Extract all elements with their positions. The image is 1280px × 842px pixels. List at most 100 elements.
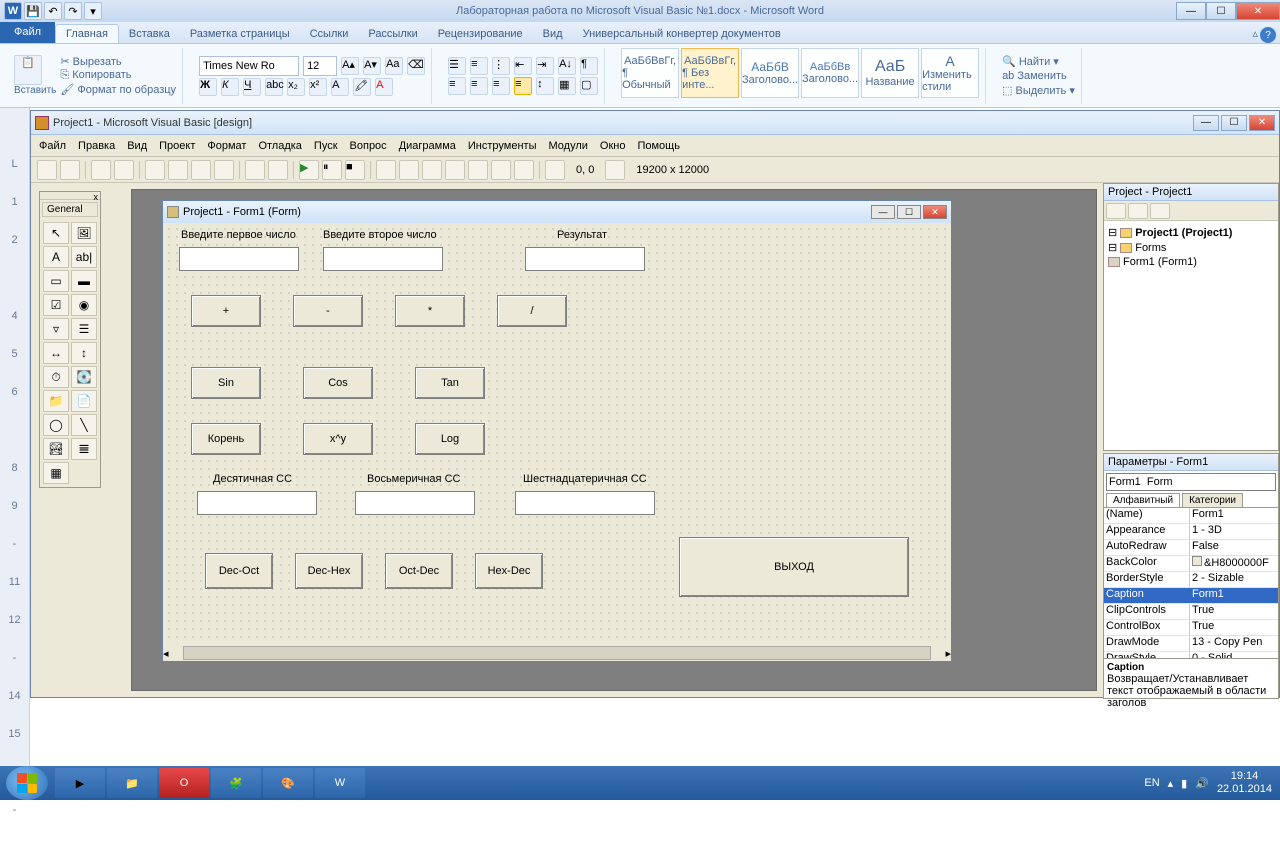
tool-timer-icon[interactable]: ⏱ — [43, 366, 69, 388]
text-effects-icon[interactable]: A — [331, 78, 349, 96]
menu-help[interactable]: Помощь — [637, 140, 680, 152]
save-icon[interactable]: 💾 — [24, 2, 42, 20]
property-row[interactable]: ClipControlsTrue — [1104, 604, 1278, 620]
tb-formlayout-icon[interactable] — [422, 160, 442, 180]
lang-indicator[interactable]: EN — [1144, 777, 1159, 789]
button-tan[interactable]: Tan — [415, 367, 485, 399]
tb-toolbox-icon[interactable] — [468, 160, 488, 180]
tool-picturebox-icon[interactable]: 🖼 — [71, 222, 97, 244]
tb-pause-icon[interactable]: ⏸ — [322, 160, 342, 180]
highlight-icon[interactable]: 🖍 — [353, 78, 371, 96]
property-row[interactable]: ControlBoxTrue — [1104, 620, 1278, 636]
word-app-icon[interactable]: W — [4, 2, 22, 20]
help-icon[interactable]: ? — [1260, 27, 1276, 43]
indent-dec-icon[interactable]: ⇤ — [514, 57, 532, 75]
property-row[interactable]: DrawMode13 - Copy Pen — [1104, 636, 1278, 652]
superscript-icon[interactable]: x² — [309, 78, 327, 96]
tab-categorized[interactable]: Категории — [1182, 493, 1243, 507]
tray-flag-icon[interactable]: ▴ — [1168, 777, 1174, 790]
tab-file[interactable]: Файл — [0, 21, 55, 43]
menu-project[interactable]: Проект — [159, 140, 195, 152]
tool-shape-icon[interactable]: ◯ — [43, 414, 69, 436]
tree-forms-folder[interactable]: Forms — [1135, 242, 1166, 254]
tool-checkbox-icon[interactable]: ☑ — [43, 294, 69, 316]
form-h-scrollbar[interactable]: ◂▸ — [163, 645, 951, 661]
form-close-button[interactable]: ✕ — [923, 205, 947, 219]
grow-font-icon[interactable]: A▴ — [341, 57, 359, 75]
tool-line-icon[interactable]: ╲ — [71, 414, 97, 436]
find-button[interactable]: 🔍 Найти ▾ — [1002, 55, 1075, 68]
button-divide[interactable]: / — [497, 295, 567, 327]
tb-component-icon[interactable] — [514, 160, 534, 180]
font-name-select[interactable] — [199, 56, 299, 76]
tool-ole-icon[interactable]: ▦ — [43, 462, 69, 484]
clear-format-icon[interactable]: ⌫ — [407, 57, 425, 75]
tool-option-icon[interactable]: ◉ — [71, 294, 97, 316]
strike-icon[interactable]: abc — [265, 78, 283, 96]
tool-pointer-icon[interactable]: ↖ — [43, 222, 69, 244]
style-title[interactable]: АаБНазвание — [861, 48, 919, 98]
textbox-input2[interactable] — [323, 247, 443, 271]
cut-button[interactable]: ✂ Вырезать — [60, 55, 176, 68]
underline-icon[interactable]: Ч — [243, 78, 261, 96]
tb-save-icon[interactable] — [114, 160, 134, 180]
close-button[interactable]: ✕ — [1236, 2, 1280, 20]
menu-query[interactable]: Вопрос — [350, 140, 387, 152]
button-plus[interactable]: + — [191, 295, 261, 327]
menu-edit[interactable]: Правка — [78, 140, 115, 152]
ribbon-minimize-icon[interactable]: ▵ — [1252, 27, 1258, 40]
tab-references[interactable]: Ссылки — [300, 25, 359, 43]
taskbar-item-media[interactable]: ▶ — [55, 768, 105, 798]
tb-objectbrowser-icon[interactable] — [445, 160, 465, 180]
button-dec-hex[interactable]: Dec-Hex — [295, 553, 363, 589]
tool-frame-icon[interactable]: ▭ — [43, 270, 69, 292]
align-center-icon[interactable]: ≡ — [470, 77, 488, 95]
tool-listbox-icon[interactable]: ☰ — [71, 318, 97, 340]
tool-image-icon[interactable]: 🏞 — [43, 438, 69, 460]
change-case-icon[interactable]: Aa — [385, 57, 403, 75]
justify-icon[interactable]: ≡ — [514, 77, 532, 95]
select-button[interactable]: ⬚ Выделить ▾ — [1002, 84, 1075, 97]
minimize-button[interactable]: — — [1176, 2, 1206, 20]
menu-format[interactable]: Формат — [207, 140, 246, 152]
menu-diagram[interactable]: Диаграмма — [399, 140, 456, 152]
align-left-icon[interactable]: ≡ — [448, 77, 466, 95]
show-marks-icon[interactable]: ¶ — [580, 57, 598, 75]
line-spacing-icon[interactable]: ↕ — [536, 77, 554, 95]
property-row[interactable]: (Name)Form1 — [1104, 508, 1278, 524]
tb-dataconn-icon[interactable] — [491, 160, 511, 180]
taskbar-item-word[interactable]: W — [315, 768, 365, 798]
pe-togglefolder-icon[interactable] — [1150, 203, 1170, 219]
textbox-dec[interactable] — [197, 491, 317, 515]
textbox-result[interactable] — [525, 247, 645, 271]
borders-icon[interactable]: ▢ — [580, 77, 598, 95]
button-log[interactable]: Log — [415, 423, 485, 455]
button-oct-dec[interactable]: Oct-Dec — [385, 553, 453, 589]
property-row[interactable]: BackColor&H8000000F — [1104, 556, 1278, 572]
tab-review[interactable]: Рецензирование — [428, 25, 533, 43]
tb-properties-icon[interactable] — [399, 160, 419, 180]
shading-icon[interactable]: ▦ — [558, 77, 576, 95]
property-row[interactable]: AutoRedrawFalse — [1104, 540, 1278, 556]
start-button[interactable] — [6, 766, 48, 800]
taskbar-item-vb[interactable]: 🧩 — [211, 768, 261, 798]
tb-run-icon[interactable]: ▶ — [299, 160, 319, 180]
button-multiply[interactable]: * — [395, 295, 465, 327]
tool-filelist-icon[interactable]: 📄 — [71, 390, 97, 412]
pe-viewobject-icon[interactable] — [1128, 203, 1148, 219]
change-styles-button[interactable]: AИзменить стили — [921, 48, 979, 98]
tree-form1[interactable]: Form1 (Form1) — [1123, 256, 1197, 268]
form-canvas[interactable]: Введите первое число Введите второе числ… — [165, 225, 949, 643]
style-heading2[interactable]: АаБбВвЗаголово... — [801, 48, 859, 98]
tab-converter[interactable]: Универсальный конвертер документов — [573, 25, 791, 43]
menu-run[interactable]: Пуск — [314, 140, 338, 152]
tb-project-icon[interactable] — [376, 160, 396, 180]
taskbar-item-explorer[interactable]: 📁 — [107, 768, 157, 798]
tb-size-icon[interactable] — [605, 160, 625, 180]
vb-maximize-button[interactable]: ☐ — [1221, 115, 1247, 131]
tb-paste-icon[interactable] — [191, 160, 211, 180]
button-exit[interactable]: ВЫХОД — [679, 537, 909, 597]
tool-hscroll-icon[interactable]: ↔ — [43, 342, 69, 364]
redo-icon[interactable]: ↷ — [64, 2, 82, 20]
form-minimize-button[interactable]: — — [871, 205, 895, 219]
